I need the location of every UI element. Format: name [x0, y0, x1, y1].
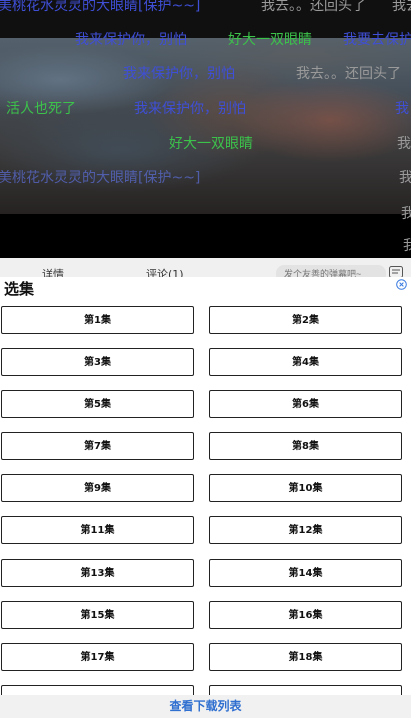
- episode-button[interactable]: 第10集: [209, 474, 402, 502]
- danmaku-comment: 我来保护你，别怕: [134, 101, 246, 117]
- danmaku-comment: 我: [395, 101, 409, 117]
- episode-button[interactable]: 第4集: [209, 348, 402, 376]
- danmaku-comment: 美桃花水灵灵的大眼睛[保护~~]: [0, 0, 201, 14]
- close-icon[interactable]: [396, 279, 407, 290]
- episode-button[interactable]: 第5集: [1, 390, 194, 418]
- episode-button[interactable]: 第3集: [1, 348, 194, 376]
- episode-button[interactable]: 第9集: [1, 474, 194, 502]
- view-download-list-link[interactable]: 查看下载列表: [0, 695, 411, 718]
- danmaku-comment: 我去。。还回头了: [261, 0, 366, 14]
- episode-button[interactable]: 第17集: [1, 643, 194, 671]
- episode-button[interactable]: 第12集: [209, 516, 402, 544]
- episode-button[interactable]: 第7集: [1, 432, 194, 460]
- episode-button[interactable]: 第15集: [1, 601, 194, 629]
- sheet-title: 选集: [4, 280, 35, 298]
- danmaku-comment: 我: [397, 136, 411, 152]
- episode-button[interactable]: 第13集: [1, 559, 194, 587]
- detail-tab-bar: 详情 评论(1): [0, 258, 411, 278]
- episode-button[interactable]: 第2集: [209, 306, 402, 334]
- danmaku-comment: 我: [399, 170, 411, 186]
- danmaku-comment: 我来保护你，别怕: [123, 66, 235, 82]
- danmaku-comment: 我要去保护: [343, 32, 411, 48]
- danmaku-comment: 我来保护你，别怕: [75, 32, 187, 48]
- episode-button[interactable]: 第14集: [209, 559, 402, 587]
- danmaku-comment: 活人也死了: [6, 101, 76, 117]
- danmaku-comment: 我: [401, 206, 411, 222]
- danmaku-comment: 美桃花水灵灵的大眼睛[保护~~]: [0, 170, 201, 186]
- episode-button[interactable]: 第11集: [1, 516, 194, 544]
- episode-button[interactable]: 第6集: [209, 390, 402, 418]
- episode-button[interactable]: 第18集: [209, 643, 402, 671]
- danmaku-comment: 我去。。还回头了: [296, 66, 401, 82]
- episode-sheet: 选集 第1集 第2集 第3集 第4集 第5集 第6集 第7集 第8集 第9集 第…: [0, 277, 411, 718]
- danmaku-comment: 好大一双眼睛: [228, 32, 312, 48]
- danmaku-comment: 我: [403, 238, 411, 254]
- danmaku-comment: 我去: [392, 0, 411, 14]
- danmaku-comment: 好大一双眼睛: [169, 136, 253, 152]
- episode-button[interactable]: 第16集: [209, 601, 402, 629]
- episode-button[interactable]: 第8集: [209, 432, 402, 460]
- video-player[interactable]: 美桃花水灵灵的大眼睛[保护~~] 我去。。还回头了 我去 我来保护你，别怕 好大…: [0, 0, 411, 258]
- episode-button[interactable]: 第1集: [1, 306, 194, 334]
